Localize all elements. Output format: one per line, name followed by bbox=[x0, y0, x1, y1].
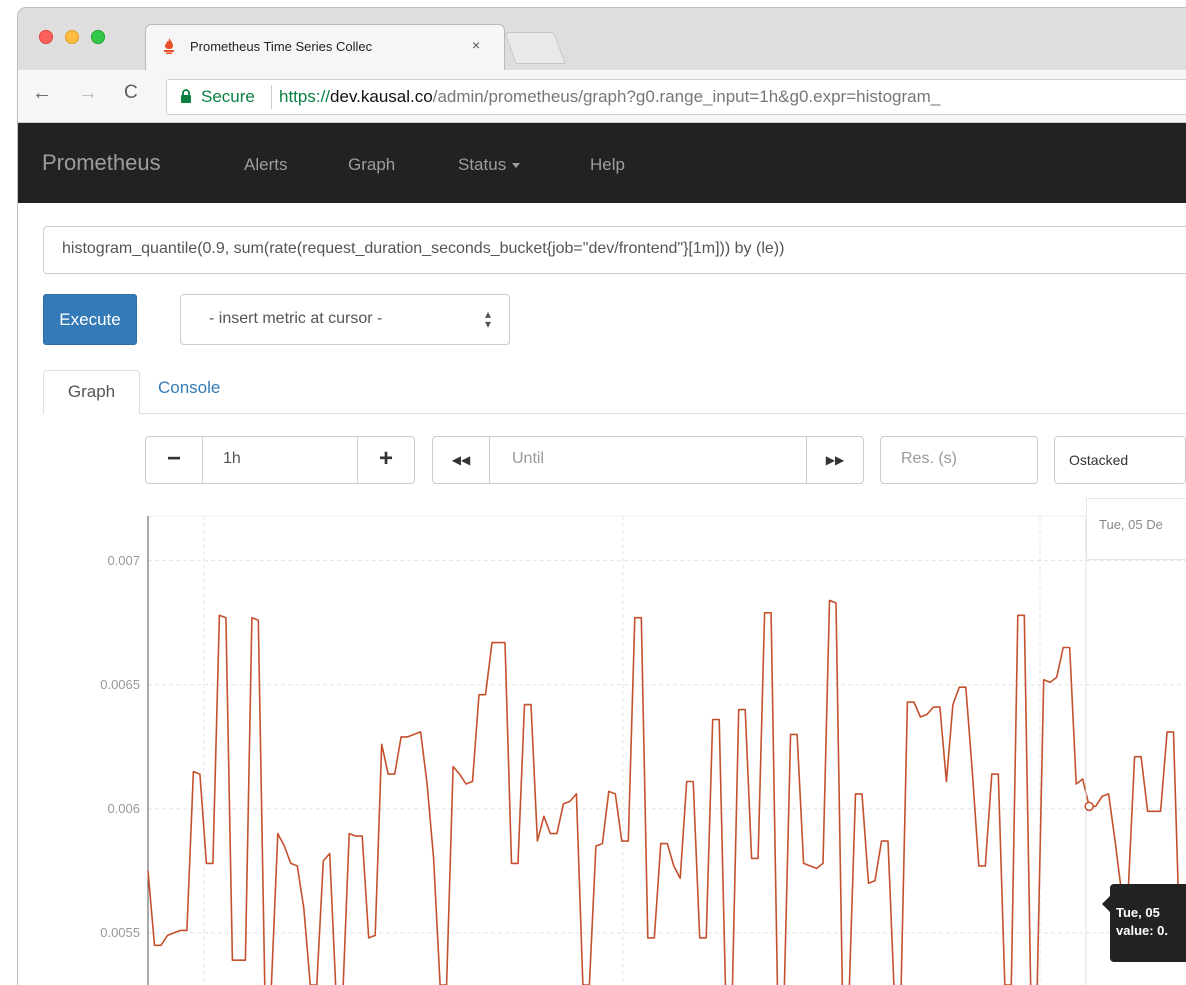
y-tick-label: 0.0055 bbox=[100, 924, 140, 940]
brand-link[interactable]: Prometheus bbox=[42, 150, 161, 176]
browser-tab-title: Prometheus Time Series Collec bbox=[190, 39, 373, 54]
tooltip-value: value: 0. bbox=[1116, 923, 1169, 938]
graph-area[interactable]: 0.007 0.0065 0.006 0.0055 Tue, 05 De Tue, 0… bbox=[18, 498, 1186, 985]
y-tick-label: 0.006 bbox=[107, 800, 140, 816]
close-window-button[interactable] bbox=[39, 30, 53, 44]
url-text[interactable]: https://dev.kausal.co/admin/prometheus/g… bbox=[279, 87, 940, 107]
y-tick-label: 0.007 bbox=[107, 552, 140, 568]
url-host: dev.kausal.co bbox=[330, 87, 433, 106]
range-value: 1h bbox=[223, 450, 241, 467]
url-separator bbox=[271, 85, 272, 109]
tab-graph[interactable]: Graph bbox=[43, 370, 140, 414]
tabs-divider bbox=[43, 413, 1186, 414]
nav-alerts-link[interactable]: Alerts bbox=[244, 155, 287, 175]
url-path: /admin/prometheus/graph?g0.range_input=1… bbox=[432, 87, 941, 106]
back-arrow-icon[interactable]: ← bbox=[32, 82, 52, 105]
expression-text: histogram_quantile(0.9, sum(rate(request… bbox=[62, 240, 785, 257]
forward-arrow-icon[interactable]: → bbox=[78, 82, 98, 105]
minimize-window-button[interactable] bbox=[65, 30, 79, 44]
select-arrows-icon: ▴ ▾ bbox=[485, 307, 492, 331]
nav-status-dropdown[interactable]: Status bbox=[458, 155, 521, 175]
until-input[interactable]: Until bbox=[489, 436, 807, 484]
data-tooltip: Tue, 05 value: 0. bbox=[1102, 884, 1186, 962]
browser-tab-active[interactable]: Prometheus Time Series Collec × bbox=[145, 24, 505, 70]
browser-window: Prometheus Time Series Collec × ← → C Se… bbox=[18, 8, 1186, 985]
range-decrease-button[interactable]: − bbox=[145, 436, 203, 484]
stacked-label: stacked bbox=[1079, 452, 1129, 468]
range-input[interactable]: 1h bbox=[202, 436, 358, 484]
tab-console[interactable]: Console bbox=[158, 378, 220, 398]
y-tick-label: 0.0065 bbox=[100, 676, 140, 692]
address-bar[interactable]: Secure https://dev.kausal.co/admin/prome… bbox=[166, 79, 1186, 115]
until-placeholder: Until bbox=[512, 450, 545, 467]
prometheus-navbar: Prometheus Alerts Graph Status Help bbox=[18, 123, 1186, 203]
execute-button[interactable]: Execute bbox=[43, 294, 137, 345]
range-increase-button[interactable]: + bbox=[357, 436, 415, 484]
hover-point bbox=[1084, 801, 1094, 812]
caret-down-icon bbox=[512, 163, 521, 169]
nav-graph-link[interactable]: Graph bbox=[348, 155, 395, 175]
until-back-button[interactable]: ◀◀ bbox=[432, 436, 490, 484]
tooltip-time: Tue, 05 bbox=[1116, 905, 1160, 920]
secure-label: Secure bbox=[201, 87, 255, 106]
resolution-placeholder: Res. (s) bbox=[901, 450, 957, 467]
browser-toolbar: ← → C Secure https://dev.kausal.co/admin… bbox=[18, 70, 1186, 123]
until-forward-button[interactable]: ▶▶ bbox=[806, 436, 864, 484]
lock-icon bbox=[181, 89, 191, 103]
stacked-radio-icon: O bbox=[1069, 452, 1080, 468]
hover-time-label: Tue, 05 De bbox=[1086, 498, 1186, 560]
close-tab-icon[interactable]: × bbox=[472, 37, 480, 53]
reload-icon[interactable]: C bbox=[124, 82, 138, 104]
line-chart[interactable] bbox=[18, 498, 1186, 985]
insert-metric-select[interactable]: - insert metric at cursor - ▴ ▾ bbox=[180, 294, 510, 345]
prometheus-favicon-icon bbox=[164, 38, 174, 54]
hover-time-text: Tue, 05 De bbox=[1099, 517, 1163, 532]
resolution-input[interactable]: Res. (s) bbox=[880, 436, 1038, 484]
expression-input[interactable]: histogram_quantile(0.9, sum(rate(request… bbox=[43, 226, 1186, 274]
insert-metric-label: - insert metric at cursor - bbox=[209, 310, 383, 327]
new-tab-button[interactable] bbox=[504, 32, 566, 64]
nav-status-label: Status bbox=[458, 155, 507, 174]
nav-help-link[interactable]: Help bbox=[590, 155, 625, 175]
stacked-toggle-button[interactable]: Ostacked bbox=[1054, 436, 1186, 484]
browser-titlebar: Prometheus Time Series Collec × bbox=[18, 8, 1186, 70]
url-scheme: https:// bbox=[279, 87, 331, 106]
maximize-window-button[interactable] bbox=[91, 30, 105, 44]
series-line bbox=[147, 599, 1186, 985]
